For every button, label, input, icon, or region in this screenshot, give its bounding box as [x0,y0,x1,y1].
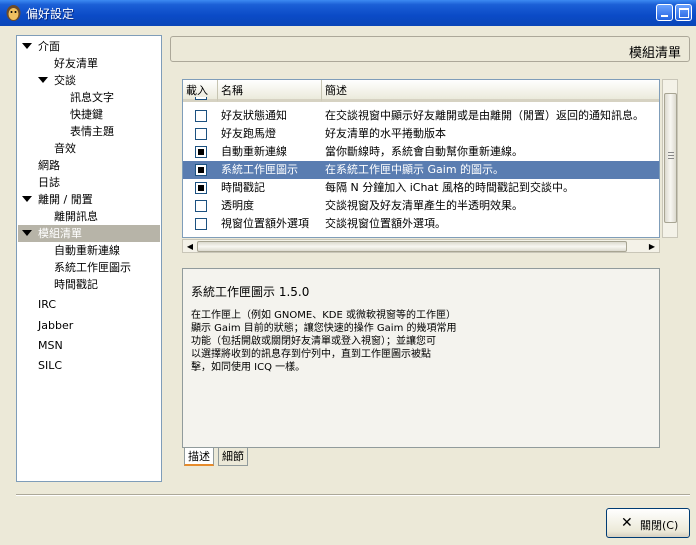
tree-item-away-messages[interactable]: 離開訊息 [18,208,160,225]
plugin-name: 系統工作匣圖示 [221,163,298,176]
grip-icon [668,152,674,159]
tree-item-interface[interactable]: 介面 [18,38,160,55]
close-button[interactable]: ✕ 關閉(C) [606,508,690,538]
plugin-summary: 在交談視窗中顯示好友離開或是由離開（閒置）返回的通知訊息。 [325,109,644,122]
plugin-description-panel: 系統工作匣圖示 1.5.0 在工作匣上（例如 GNOME、KDE 或微軟視窗等的… [182,268,660,448]
table-row[interactable]: 自動重新連線 當你斷線時，系統會自動幫你重新連線。 [183,143,659,161]
plugin-checkbox[interactable] [195,218,207,230]
expand-arrow-icon[interactable] [22,229,32,238]
plugin-description: 在工作匣上（例如 GNOME、KDE 或微軟視窗等的工作匣） 顯示 Gaim 目… [191,310,457,373]
tree-item-conversations[interactable]: 交談 [18,72,160,89]
minimize-icon[interactable] [656,4,673,21]
tree-item-irc[interactable]: IRC [18,296,160,313]
plugin-checkbox[interactable] [195,164,207,176]
scroll-left-icon[interactable]: ◀ [184,241,196,252]
plugin-checkbox[interactable] [195,97,207,100]
maximize-icon[interactable] [675,4,692,21]
table-row[interactable]: 透明度 交談視窗及好友清單產生的半透明效果。 [183,197,659,215]
scrollbar-thumb[interactable] [197,241,627,252]
plugin-name: 好友跑馬燈 [221,127,276,140]
tree-item-tray-icon[interactable]: 系統工作匣圖示 [18,259,160,276]
plugin-summary: 好友清單的水平捲動版本 [325,127,446,140]
expand-arrow-icon[interactable] [22,42,32,51]
section-header: 模組清單 [170,36,690,62]
plugin-checkbox[interactable] [195,128,207,140]
tab-description[interactable]: 描述 [184,448,214,466]
table-row[interactable]: 好友狀態通知 在交談視窗中顯示好友離開或是由離開（閒置）返回的通知訊息。 [183,107,659,125]
tree-item-silc[interactable]: SILC [18,357,160,374]
plugin-checkbox[interactable] [195,110,207,122]
tab-details[interactable]: 細節 [218,448,248,466]
table-row[interactable]: 好友跑馬燈 好友清單的水平捲動版本 [183,125,659,143]
plugin-checkbox[interactable] [195,200,207,212]
plugin-name: 視窗位置額外選項 [221,217,309,230]
plugin-title: 系統工作匣圖示 1.5.0 [191,285,310,299]
plugin-table[interactable]: 載入 名稱 簡述 好友狀態通知 在交談視窗中顯示好友離開或是由離開（閒置）返回的… [182,79,660,238]
tree-item-timestamp[interactable]: 時間戳記 [18,276,160,293]
plugin-summary: 交談視窗及好友清單產生的半透明效果。 [325,199,523,212]
expand-arrow-icon[interactable] [22,195,32,204]
title-bar: 偏好設定 [0,0,696,26]
scroll-right-icon[interactable]: ▶ [646,241,658,252]
close-icon: ✕ [621,515,633,531]
divider [16,494,690,496]
tree-item-sounds[interactable]: 音效 [18,140,160,157]
tree-item-message-text[interactable]: 訊息文字 [18,89,160,106]
tree-item-buddy-list[interactable]: 好友清單 [18,55,160,72]
tree-item-msn[interactable]: MSN [18,337,160,354]
scrollbar-thumb[interactable] [664,93,677,223]
tree-item-jabber[interactable]: Jabber [18,317,160,334]
plugin-name: 透明度 [221,199,254,212]
preferences-tree[interactable]: 介面 好友清單 交談 訊息文字 快捷鍵 表情主題 音效 網路 日誌 離開 / 閒… [16,35,162,482]
plugin-summary: 當你斷線時，系統會自動幫你重新連線。 [325,145,523,158]
tree-item-network[interactable]: 網路 [18,157,160,174]
window-title: 偏好設定 [26,7,75,21]
tree-item-away-idle[interactable]: 離開 / 閒置 [18,191,160,208]
section-title: 模組清單 [628,46,681,61]
gaim-app-icon[interactable] [5,4,22,22]
plugin-list-vertical-scrollbar[interactable] [662,79,678,238]
plugin-name: 自動重新連線 [221,145,287,158]
plugin-name: 好友狀態通知 [221,109,287,122]
tree-item-auto-reconnect[interactable]: 自動重新連線 [18,242,160,259]
table-row[interactable] [183,97,659,105]
plugin-list-horizontal-scrollbar[interactable]: ◀ ▶ [182,239,660,253]
tree-item-shortcuts[interactable]: 快捷鍵 [18,106,160,123]
expand-arrow-icon[interactable] [38,76,48,85]
tree-item-plugins[interactable]: 模組清單 [18,225,160,242]
plugin-summary: 交談視窗位置額外選項。 [325,217,446,230]
tree-item-logging[interactable]: 日誌 [18,174,160,191]
table-row[interactable]: 視窗位置額外選項 交談視窗位置額外選項。 [183,215,659,233]
table-row[interactable]: 時間戳記 每隔 N 分鐘加入 iChat 風格的時間戳記到交談中。 [183,179,659,197]
plugin-summary: 在系統工作匣中顯示 Gaim 的圖示。 [325,163,505,176]
table-row-selected[interactable]: 系統工作匣圖示 在系統工作匣中顯示 Gaim 的圖示。 [183,161,659,179]
plugin-summary: 每隔 N 分鐘加入 iChat 風格的時間戳記到交談中。 [325,181,574,194]
plugin-name: 時間戳記 [221,181,265,194]
plugin-checkbox[interactable] [195,146,207,158]
plugin-checkbox[interactable] [195,182,207,194]
tree-item-smiley-themes[interactable]: 表情主題 [18,123,160,140]
